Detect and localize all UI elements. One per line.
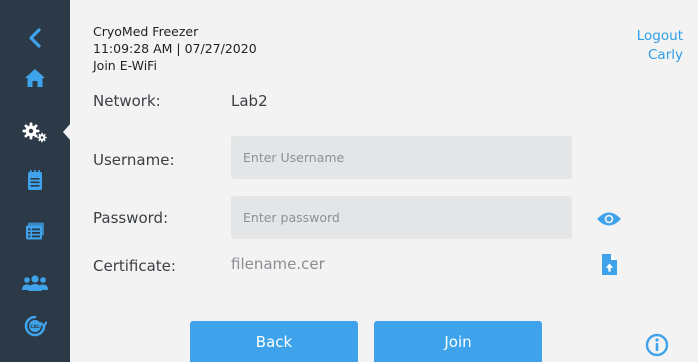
back-button[interactable]: Back — [190, 321, 358, 362]
network-label: Network: — [93, 92, 161, 110]
eye-icon — [597, 212, 621, 226]
back-chevron-icon — [29, 28, 41, 48]
users-icon — [22, 275, 48, 291]
device-name: CryoMed Freezer — [93, 24, 199, 39]
sidebar-item-logs[interactable] — [0, 211, 70, 251]
list-icon — [26, 222, 44, 240]
header: CryoMed Freezer 11:09:28 AM | 07/27/2020… — [93, 23, 257, 74]
logout-button[interactable]: Logout Carly — [637, 27, 683, 65]
home-icon — [25, 69, 45, 87]
upload-certificate-button[interactable] — [601, 254, 617, 279]
certificate-label: Certificate: — [93, 257, 176, 275]
info-button[interactable] — [645, 333, 669, 361]
username-label: Username: — [93, 151, 175, 169]
sidebar-item-home[interactable] — [0, 58, 70, 98]
info-icon — [645, 333, 669, 357]
calibration-icon: CAL — [24, 315, 47, 337]
page-title: Join E-WiFi — [93, 58, 157, 73]
sidebar-item-settings[interactable] — [0, 112, 70, 152]
username-display: Carly — [648, 47, 683, 63]
sidebar: CAL — [0, 0, 71, 362]
network-value: Lab2 — [231, 92, 268, 110]
logout-label: Logout — [636, 28, 683, 44]
active-indicator — [63, 123, 71, 141]
password-input[interactable] — [231, 196, 572, 239]
password-label: Password: — [93, 209, 169, 227]
username-input[interactable] — [231, 136, 572, 179]
join-button[interactable]: Join — [374, 321, 542, 362]
sidebar-item-users[interactable] — [0, 263, 70, 303]
sidebar-item-notes[interactable] — [0, 160, 70, 200]
notepad-icon — [28, 170, 42, 190]
settings-gears-icon — [22, 122, 47, 143]
sidebar-back-button[interactable] — [0, 18, 70, 58]
file-upload-icon — [602, 254, 617, 275]
certificate-value: filename.cer — [231, 255, 325, 273]
sidebar-item-calibration[interactable]: CAL — [0, 306, 70, 346]
show-password-button[interactable] — [596, 211, 622, 231]
datetime: 11:09:28 AM | 07/27/2020 — [93, 41, 257, 56]
svg-text:CAL: CAL — [30, 324, 40, 330]
